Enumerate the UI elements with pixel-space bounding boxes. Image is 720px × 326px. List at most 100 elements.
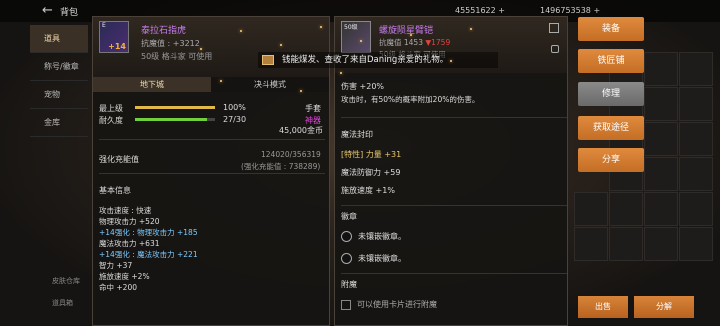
source-button[interactable]: 获取途径 xyxy=(578,116,644,140)
back-button[interactable]: ← xyxy=(42,3,53,18)
inventory-slot[interactable] xyxy=(609,192,643,226)
damage-bonus: 伤害 +20% xyxy=(341,82,385,91)
stat-line: 智力 +37 xyxy=(99,261,133,270)
damage-desc: 攻击时，有50%的概率附加20%的伤害。 xyxy=(341,95,480,104)
emblem-slot-icon xyxy=(341,231,352,242)
left-nav: 道具 称号/徽章 宠物 金库 xyxy=(30,25,88,137)
inventory-slot[interactable] xyxy=(644,87,678,121)
inventory-slot[interactable] xyxy=(644,157,678,191)
sparkle-effect xyxy=(410,34,412,36)
divider xyxy=(341,205,567,206)
gift-icon xyxy=(262,55,274,65)
sparkle-effect xyxy=(220,80,222,82)
mode-tabs: 地下城 决斗模式 xyxy=(93,77,329,92)
inventory-slot[interactable] xyxy=(679,227,713,261)
anti-magic-stat: 抗魔值 : +3212 xyxy=(141,39,200,48)
nav-items[interactable]: 道具 xyxy=(30,25,88,53)
blacksmith-button[interactable]: 铁匠铺 xyxy=(578,49,644,73)
armguard-item-icon: 50级 xyxy=(341,21,371,53)
divider xyxy=(99,173,325,174)
durability-bar xyxy=(135,118,215,121)
inventory-slot[interactable] xyxy=(679,122,713,156)
enhance-level: +14 xyxy=(108,42,126,51)
inventory-slot[interactable] xyxy=(574,227,608,261)
seal-line: [特性] 力量 +31 xyxy=(341,150,402,159)
sparkle-effect xyxy=(360,40,362,42)
item-box-link[interactable]: 道具箱 xyxy=(34,292,80,314)
sparkle-effect xyxy=(470,28,472,30)
equip-button[interactable]: 装备 xyxy=(578,17,644,41)
inventory-slot[interactable] xyxy=(644,192,678,226)
left-footer: 皮肤仓库 道具箱 xyxy=(34,270,80,314)
page-title: 背包 xyxy=(60,8,79,18)
tab-dungeon[interactable]: 地下城 xyxy=(93,77,211,92)
divider xyxy=(341,117,567,118)
knuckle-item-icon: E +14 xyxy=(99,21,129,53)
sparkle-effect xyxy=(200,48,202,50)
max-level-label: 最上级 xyxy=(99,104,123,113)
max-level-bar xyxy=(135,106,215,109)
basic-info-list: 攻击速度 : 快速 物理攻击力 +520 +14强化 : 物理攻击力 +185 魔法攻… xyxy=(99,205,319,293)
inventory-slot[interactable] xyxy=(644,122,678,156)
sparkle-effect xyxy=(450,60,452,62)
emblem-slot[interactable]: 未镶嵌徽章。 xyxy=(341,253,406,264)
stat-line: +14强化 : 物理攻击力 +185 xyxy=(99,228,198,237)
gift-toast: 钱能煤发、查收了来自Daning亲爱的礼物。 xyxy=(258,52,498,68)
repair-button[interactable]: 修理 xyxy=(578,82,644,106)
skin-storage-link[interactable]: 皮肤仓库 xyxy=(34,270,80,292)
currency-gold[interactable]: 45551622 + xyxy=(455,6,505,15)
emblem-slot-icon xyxy=(341,253,352,264)
seal-title: 魔法封印 xyxy=(341,130,373,139)
tab-pvp[interactable]: 决斗模式 xyxy=(211,77,329,92)
max-level-value: 100% xyxy=(223,103,246,112)
divider xyxy=(99,139,325,140)
item-name: 泰拉石指虎 xyxy=(141,26,187,36)
inventory-slot[interactable] xyxy=(679,157,713,191)
sell-button[interactable]: 出售 xyxy=(578,296,628,318)
charge-value: 124020/356319 xyxy=(261,150,321,159)
currency-cera[interactable]: 1496753538 + xyxy=(540,6,600,15)
enchant-card[interactable]: 可以使用卡片进行附魔 xyxy=(341,299,437,310)
lock-icon[interactable] xyxy=(551,45,559,53)
basic-info-title: 基本信息 xyxy=(99,186,131,195)
card-icon xyxy=(341,299,351,310)
stat-line: 物理攻击力 +520 xyxy=(99,217,160,226)
inventory-slot[interactable] xyxy=(644,52,678,86)
anti-magic-stat: 抗魔值 1453 ▼1759 xyxy=(379,38,451,47)
nav-titles[interactable]: 称号/徽章 xyxy=(30,53,88,81)
sparkle-effect xyxy=(340,72,342,74)
inventory-slot[interactable] xyxy=(679,192,713,226)
seal-line: 魔法防御力 +59 xyxy=(341,168,401,177)
sparkle-effect xyxy=(240,30,242,32)
item-type: 手套 xyxy=(305,104,321,113)
stat-line: +14强化 : 魔法攻击力 +221 xyxy=(99,250,198,259)
divider xyxy=(341,273,567,274)
sell-price: 45,000金币 xyxy=(279,126,323,135)
seal-line: 施放速度 +1% xyxy=(341,186,395,195)
sparkle-effect xyxy=(300,90,302,92)
charge-label: 强化充能值 xyxy=(99,155,139,164)
inventory-slot[interactable] xyxy=(574,192,608,226)
inventory-slot[interactable] xyxy=(644,227,678,261)
emblem-slot[interactable]: 未镶嵌徽章。 xyxy=(341,231,406,242)
requirement: 50级 格斗家 可使用 xyxy=(141,52,213,61)
edit-icon[interactable] xyxy=(549,23,559,33)
item-name: 螺旋陨星臂铠 xyxy=(379,26,434,36)
stat-line: 施放速度 +2% xyxy=(99,272,150,281)
sparkle-effect xyxy=(320,26,322,28)
nav-vault[interactable]: 金库 xyxy=(30,109,88,137)
inventory-slot[interactable] xyxy=(679,87,713,121)
decompose-button[interactable]: 分解 xyxy=(634,296,694,318)
sparkle-effect xyxy=(280,44,282,46)
stat-line: 命中 +200 xyxy=(99,283,137,292)
share-button[interactable]: 分享 xyxy=(578,148,644,172)
inventory-slot[interactable] xyxy=(679,52,713,86)
durability-value: 27/30 xyxy=(223,115,247,124)
durability-label: 耐久度 xyxy=(99,116,123,125)
emblem-title: 徽章 xyxy=(341,212,357,221)
inventory-slot[interactable] xyxy=(609,227,643,261)
charge-cost: (强化充能值 : 738289) xyxy=(241,162,321,171)
stat-line: 攻击速度 : 快速 xyxy=(99,206,152,215)
nav-pets[interactable]: 宠物 xyxy=(30,81,88,109)
stat-line: 魔法攻击力 +631 xyxy=(99,239,160,248)
